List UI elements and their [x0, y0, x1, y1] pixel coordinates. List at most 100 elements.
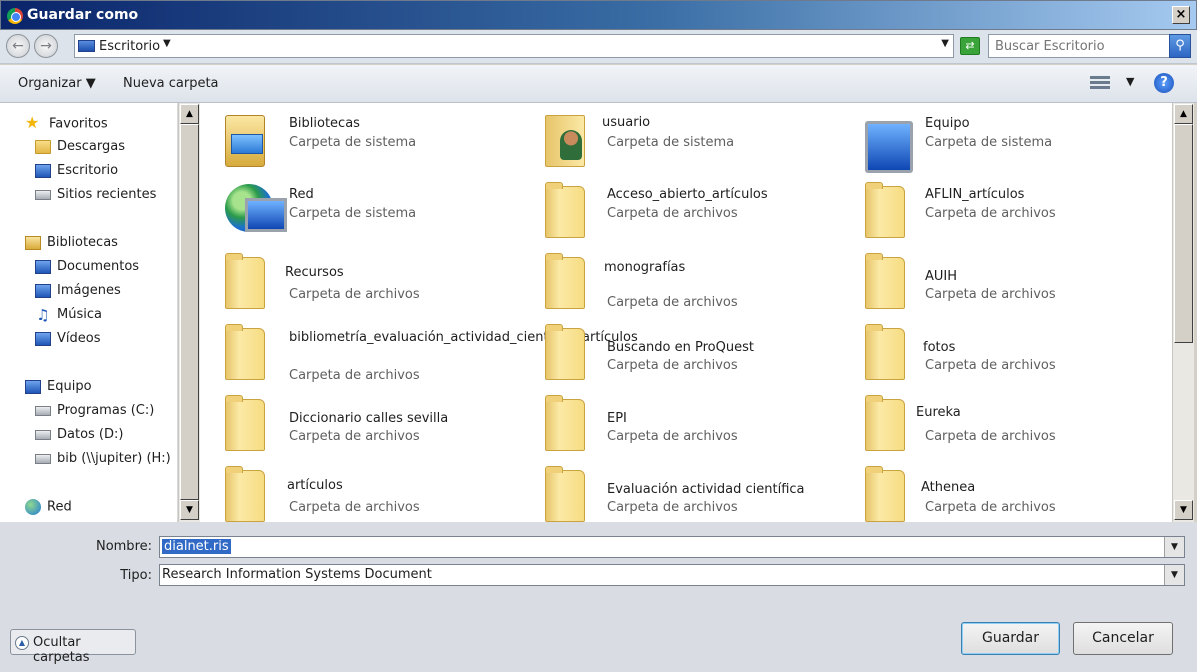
scroll-thumb[interactable]: [180, 124, 199, 500]
view-options-icon[interactable]: [1090, 74, 1110, 92]
folder-icon: [545, 324, 585, 380]
window-title: Guardar como: [27, 7, 139, 23]
computer-icon: [25, 379, 41, 394]
sidebar-item-downloads[interactable]: Descargas: [35, 139, 125, 159]
file-type: Carpeta de archivos: [607, 429, 738, 444]
file-name-field[interactable]: dialnet.ris ▼: [159, 536, 1185, 558]
file-type-select[interactable]: Research Information Systems Document ▼: [159, 564, 1185, 586]
close-button[interactable]: ×: [1172, 6, 1190, 24]
name-label: Nombre:: [95, 539, 152, 554]
file-item-folder[interactable]: artículos Carpeta de archivos: [200, 458, 518, 522]
search-box[interactable]: [988, 34, 1170, 58]
file-item-folder[interactable]: EPI Carpeta de archivos: [520, 387, 838, 451]
documents-icon: [35, 259, 51, 274]
chevron-up-icon: ▲: [15, 636, 29, 650]
chevron-down-icon[interactable]: ▼: [1164, 537, 1184, 557]
file-item-equipo[interactable]: Equipo Carpeta de sistema: [840, 103, 1158, 173]
file-item-folder[interactable]: Acceso_abierto_artículos Carpeta de arch…: [520, 174, 838, 238]
search-input[interactable]: [995, 36, 1170, 56]
file-name: Bibliotecas: [289, 116, 360, 131]
file-name: Eureka: [916, 405, 961, 420]
sidebar-label: Equipo: [47, 379, 92, 394]
file-item-folder[interactable]: AFLIN_artículos Carpeta de archivos: [840, 174, 1158, 238]
organize-button[interactable]: Organizar ▼: [18, 76, 96, 91]
scroll-up-icon[interactable]: ▲: [1174, 104, 1193, 124]
breadcrumb-location[interactable]: Escritorio: [99, 39, 160, 54]
folder-icon: [865, 466, 905, 522]
scroll-up-icon[interactable]: ▲: [180, 104, 199, 124]
file-item-red[interactable]: Red Carpeta de sistema: [200, 174, 518, 238]
title-bar: Guardar como ×: [0, 0, 1197, 30]
network-drive-icon: [35, 453, 51, 464]
file-item-folder[interactable]: Evaluación actividad científica Carpeta …: [520, 458, 838, 522]
file-name: Recursos: [285, 265, 344, 280]
breadcrumb-arrow-icon[interactable]: ▼: [163, 38, 171, 49]
folder-icon: [225, 466, 265, 522]
file-type-value[interactable]: Research Information Systems Document: [162, 567, 432, 582]
file-type: Carpeta de archivos: [289, 429, 420, 444]
file-type: Carpeta de archivos: [607, 206, 738, 221]
sidebar-label: Red: [47, 499, 72, 515]
file-item-folder[interactable]: Buscando en ProQuest Carpeta de archivos: [520, 316, 838, 380]
search-icon[interactable]: ⚲: [1169, 34, 1191, 58]
sidebar-item-desktop[interactable]: Escritorio: [35, 163, 118, 183]
scroll-thumb[interactable]: [1174, 124, 1193, 343]
new-folder-button[interactable]: Nueva carpeta: [123, 76, 219, 91]
file-name: Buscando en ProQuest: [607, 340, 754, 355]
save-button[interactable]: Guardar: [961, 622, 1060, 655]
sidebar-item-network[interactable]: Red: [25, 499, 72, 519]
chrome-icon: [7, 8, 23, 24]
scroll-down-icon[interactable]: ▼: [180, 500, 199, 520]
view-dropdown-icon[interactable]: ▼: [1126, 75, 1134, 88]
file-name: bibliometría_evaluación_actividad_cientí…: [289, 330, 638, 345]
sidebar-item-libraries[interactable]: Bibliotecas: [25, 235, 118, 255]
network-icon: [25, 499, 41, 515]
cancel-button[interactable]: Cancelar: [1073, 622, 1173, 655]
sidebar-item-drive-c[interactable]: Programas (C:): [35, 403, 154, 423]
content-scrollbar[interactable]: ▲ ▼: [1172, 103, 1194, 522]
file-name: Diccionario calles sevilla: [289, 411, 449, 426]
sidebar-item-drive-d[interactable]: Datos (D:): [35, 427, 123, 447]
folder-icon: [865, 324, 905, 380]
sidebar-item-computer[interactable]: Equipo: [25, 379, 92, 399]
network-icon: [225, 184, 287, 232]
back-button[interactable]: ←: [6, 34, 30, 58]
recent-places-icon: [35, 189, 51, 200]
file-name: monografías: [604, 260, 686, 275]
sidebar-item-documents[interactable]: Documentos: [35, 259, 139, 279]
sidebar-item-favorites[interactable]: ★ Favoritos: [25, 115, 108, 135]
sidebar-item-recent[interactable]: Sitios recientes: [35, 187, 156, 207]
file-item-folder[interactable]: monografías Carpeta de archivos: [520, 245, 838, 310]
address-dropdown-icon[interactable]: ▼: [941, 38, 949, 49]
file-item-folder[interactable]: Diccionario calles sevilla Carpeta de ar…: [200, 387, 518, 451]
file-name-value[interactable]: dialnet.ris: [162, 539, 231, 554]
file-type: Carpeta de sistema: [925, 135, 1053, 150]
sidebar-item-drive-h[interactable]: bib (\\jupiter) (H:): [35, 451, 171, 471]
folder-icon: [545, 182, 585, 238]
sidebar-item-videos[interactable]: Vídeos: [35, 331, 100, 351]
chevron-down-icon[interactable]: ▼: [1164, 565, 1184, 585]
file-item-folder[interactable]: fotos Carpeta de archivos: [840, 316, 1158, 380]
file-type: Carpeta de sistema: [607, 135, 735, 150]
desktop-icon: [78, 40, 95, 52]
file-item-usuario[interactable]: usuario Carpeta de sistema: [520, 103, 838, 167]
refresh-button[interactable]: ⇄: [960, 37, 980, 55]
hide-folders-button[interactable]: ▲ Ocultar carpetas: [10, 629, 136, 665]
sidebar-label: bib (\\jupiter) (H:): [57, 451, 171, 466]
sidebar-item-music[interactable]: ♫ Música: [35, 307, 102, 327]
breadcrumb[interactable]: Escritorio ▼ ▼: [74, 34, 954, 58]
drive-icon: [35, 405, 51, 416]
sidebar-item-pictures[interactable]: Imágenes: [35, 283, 121, 303]
file-item-folder[interactable]: Eureka Carpeta de archivos: [840, 387, 1158, 451]
scroll-down-icon[interactable]: ▼: [1174, 500, 1193, 520]
file-item-folder[interactable]: Recursos Carpeta de archivos: [200, 245, 518, 309]
file-item-folder[interactable]: Athenea Carpeta de archivos: [840, 458, 1158, 522]
nav-scrollbar[interactable]: ▲ ▼: [178, 103, 200, 522]
file-item-bibliotecas[interactable]: Bibliotecas Carpeta de sistema: [200, 103, 518, 167]
file-item-folder[interactable]: bibliometría_evaluación_actividad_cientí…: [200, 316, 638, 386]
help-icon[interactable]: ?: [1154, 73, 1174, 93]
folder-icon: [865, 395, 905, 451]
forward-button[interactable]: →: [34, 34, 58, 58]
file-item-folder[interactable]: AUIH Carpeta de archivos: [840, 245, 1158, 309]
file-type: Carpeta de archivos: [607, 358, 738, 373]
